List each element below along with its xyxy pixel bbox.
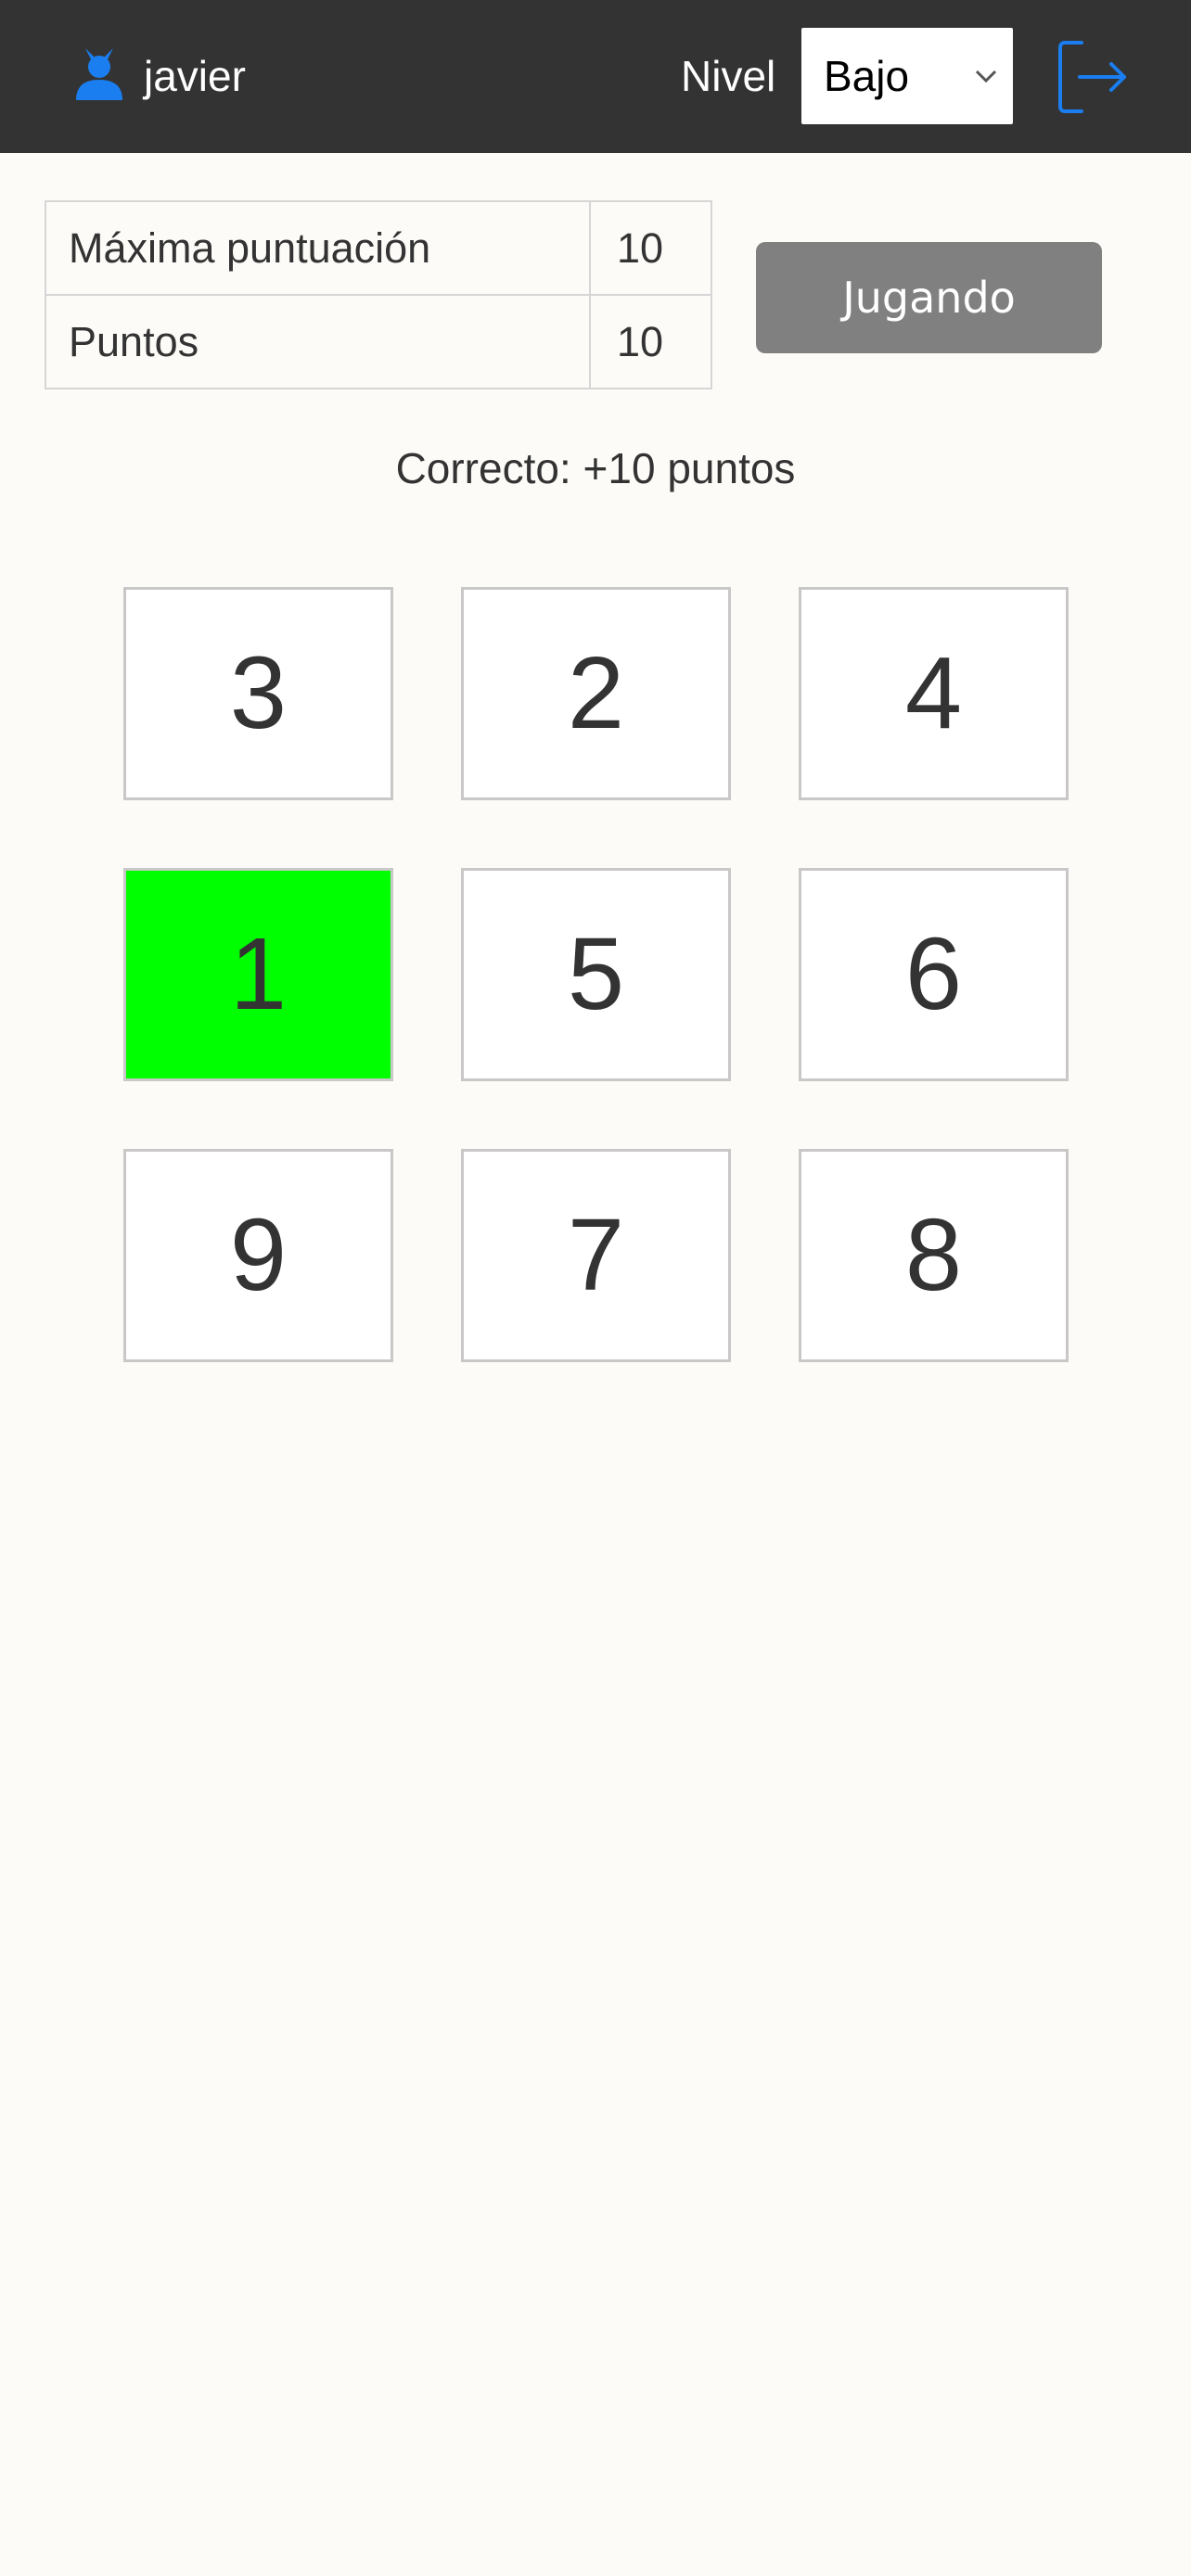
grid-tile[interactable]: 9 (123, 1149, 393, 1362)
user-avatar-icon (76, 48, 122, 100)
grid-tile[interactable]: 3 (123, 587, 393, 800)
level-label: Nivel (681, 52, 776, 100)
username-label: javier (144, 52, 246, 100)
level-select[interactable]: Bajo (801, 28, 1013, 124)
score-table: Máxima puntuación 10 Puntos 10 (45, 200, 712, 389)
max-score-value: 10 (589, 200, 712, 296)
status-message: Correcto: +10 puntos (395, 444, 796, 492)
logout-icon[interactable] (1056, 37, 1130, 117)
top-bar: javier Nivel Bajo (0, 0, 1191, 153)
score-row-max: Máxima puntuación 10 (45, 200, 712, 296)
grid-tile[interactable]: 5 (461, 868, 731, 1081)
play-status-button[interactable]: Jugando (756, 242, 1102, 353)
grid-tile[interactable]: 1 (123, 868, 393, 1081)
max-score-label: Máxima puntuación (45, 200, 591, 296)
points-value: 10 (589, 294, 712, 389)
grid-tile[interactable]: 4 (799, 587, 1069, 800)
grid-tile[interactable]: 7 (461, 1149, 731, 1362)
grid-tile[interactable]: 8 (799, 1149, 1069, 1362)
grid-tile[interactable]: 6 (799, 868, 1069, 1081)
level-select-value: Bajo (824, 52, 910, 100)
grid-tile[interactable]: 2 (461, 587, 731, 800)
chevron-down-icon (975, 70, 997, 83)
score-row-points: Puntos 10 (45, 294, 712, 389)
points-label: Puntos (45, 294, 591, 389)
